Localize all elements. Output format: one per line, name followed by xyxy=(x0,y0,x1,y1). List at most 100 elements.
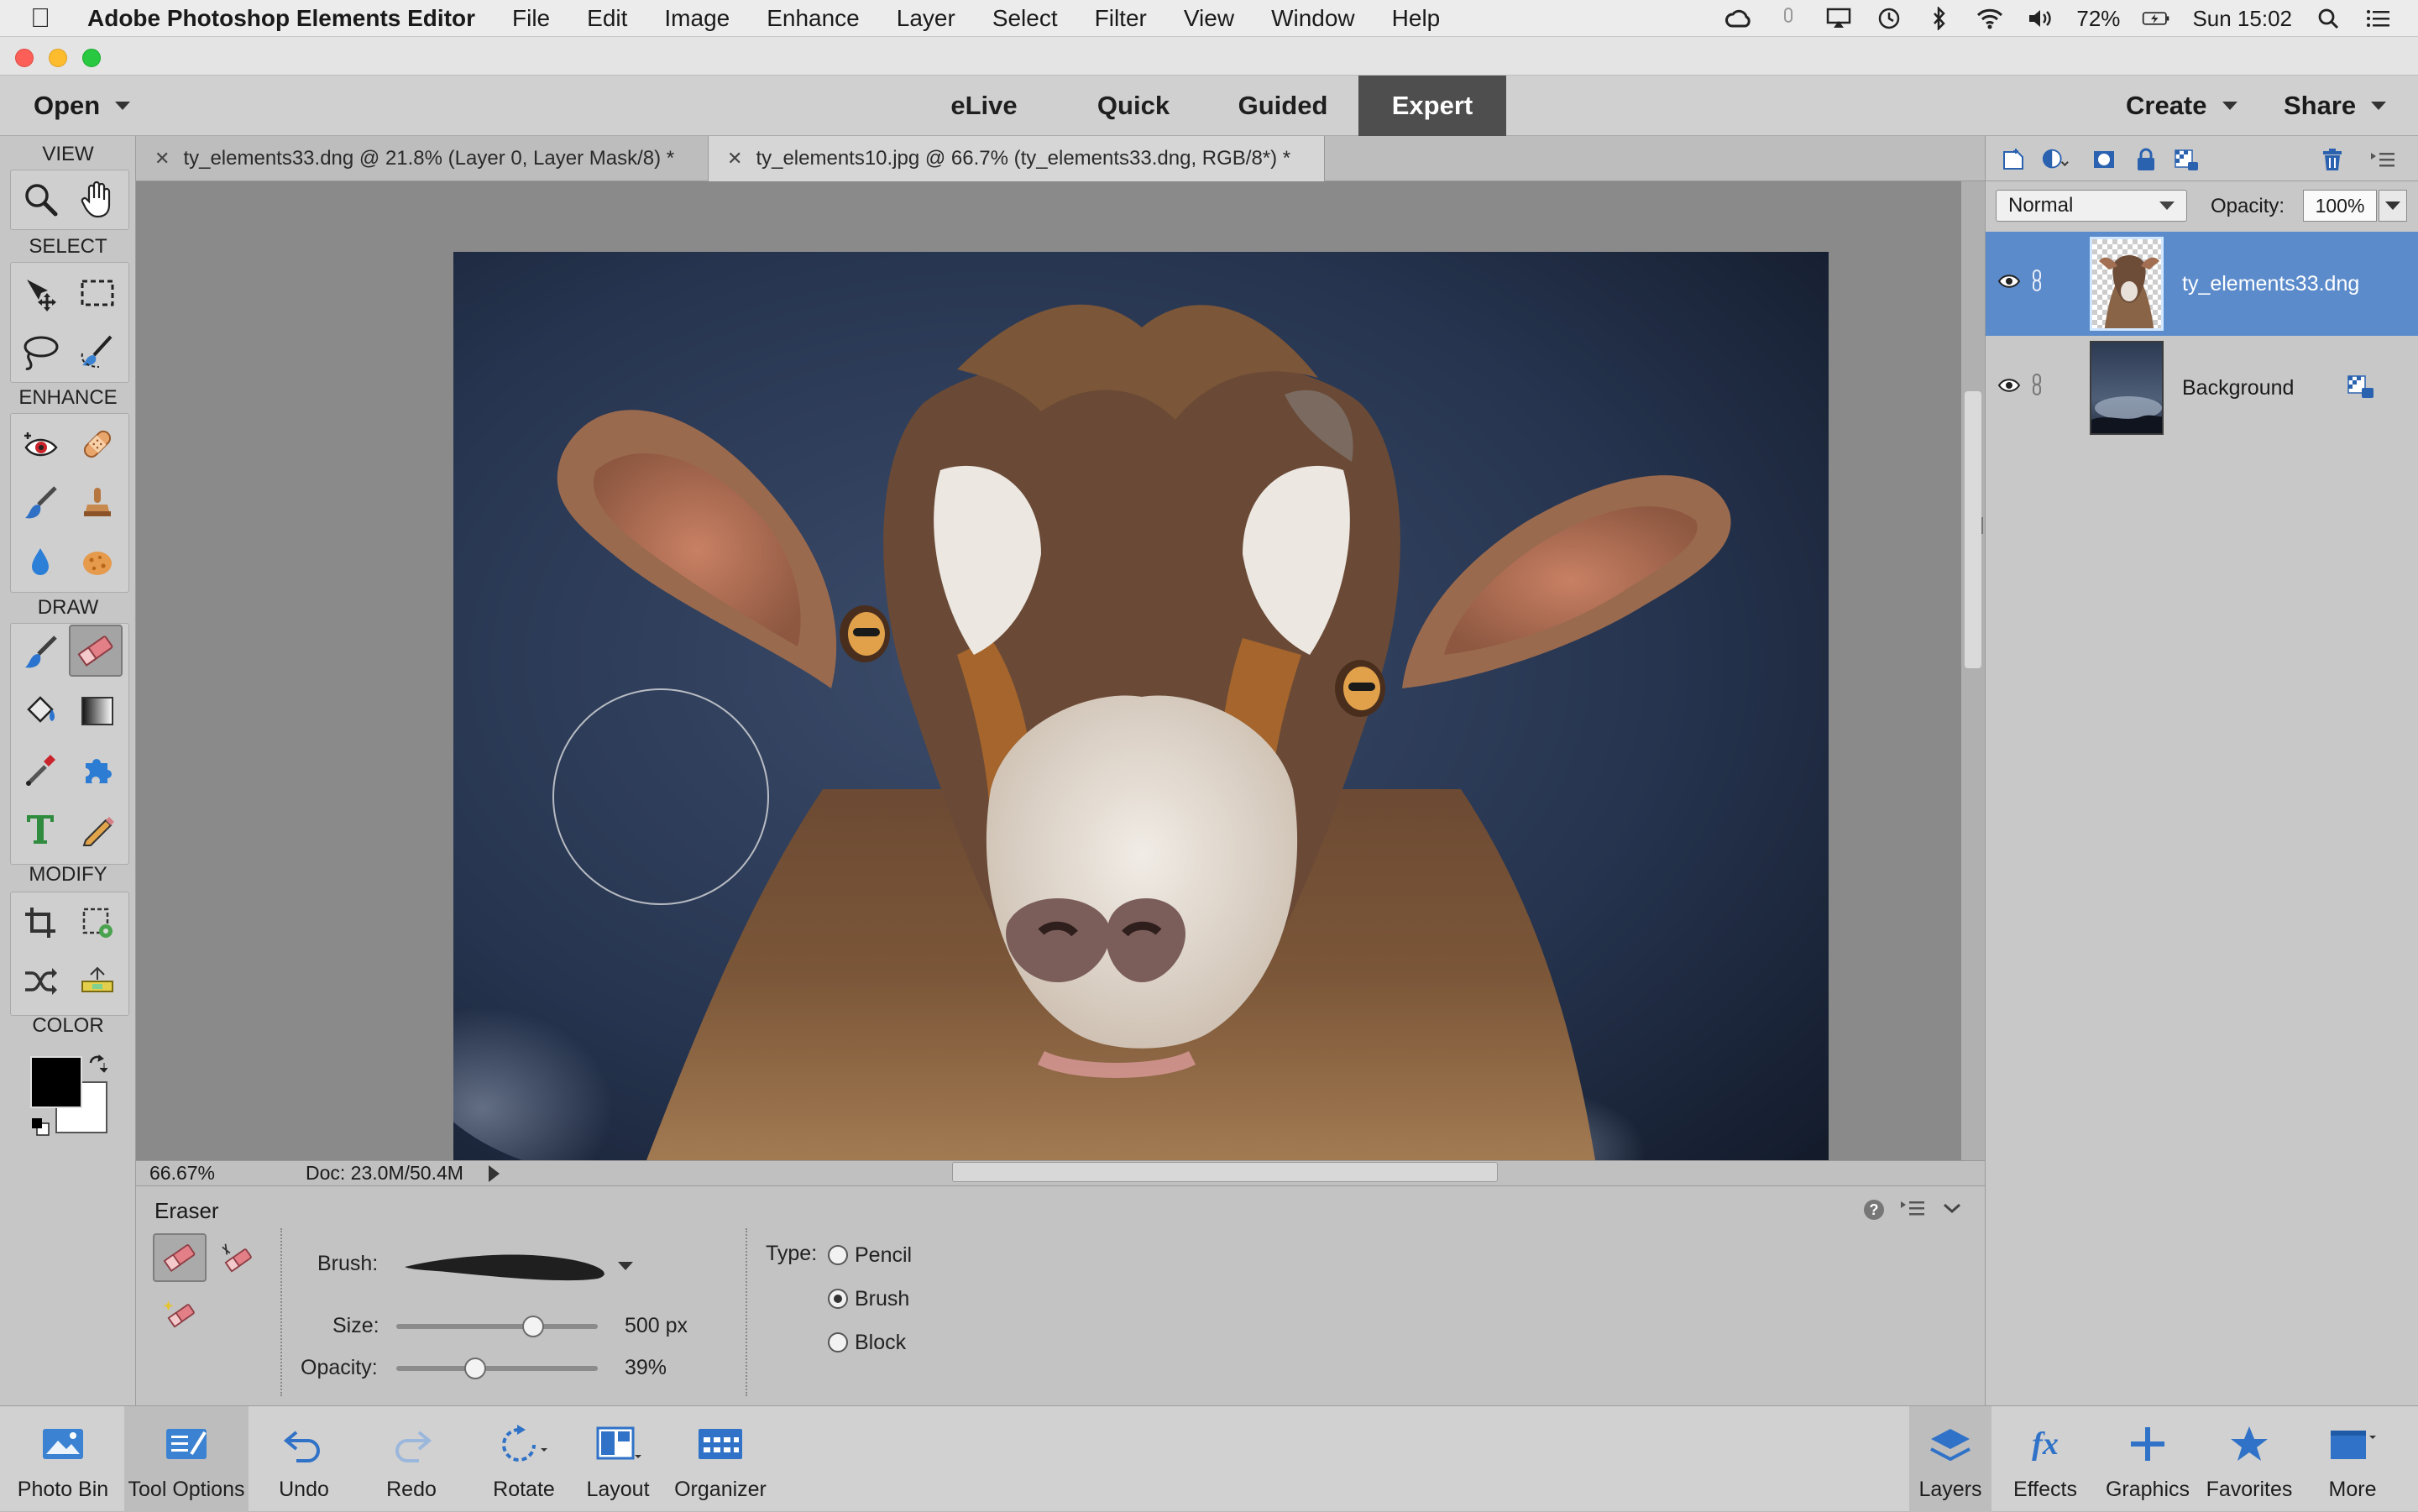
layer-opacity-input[interactable]: 100% xyxy=(2303,190,2377,222)
menu-edit[interactable]: Edit xyxy=(587,5,627,32)
layer-opacity-dropdown[interactable] xyxy=(2379,190,2407,222)
clock[interactable]: Sun 15:02 xyxy=(2192,6,2292,32)
size-slider-knob[interactable] xyxy=(522,1316,545,1337)
lock-transparent-pixels-icon[interactable] xyxy=(2172,146,2201,173)
menu-select[interactable]: Select xyxy=(992,5,1058,32)
clone-stamp-tool[interactable] xyxy=(71,477,124,529)
app-menu[interactable]: Adobe Photoshop Elements Editor xyxy=(87,5,475,32)
sponge-tool[interactable] xyxy=(71,536,124,588)
menu-help[interactable]: Help xyxy=(1392,5,1441,32)
menu-file[interactable]: File xyxy=(512,5,550,32)
opacity-slider-track[interactable] xyxy=(396,1366,598,1371)
undo-button[interactable]: Undo xyxy=(264,1406,344,1512)
horizontal-scroll-thumb[interactable] xyxy=(952,1162,1498,1182)
spotlight-search-icon[interactable] xyxy=(2314,6,2342,31)
menu-enhance[interactable]: Enhance xyxy=(767,5,860,32)
favorites-button[interactable]: Favorites xyxy=(2200,1406,2299,1512)
tab-expert[interactable]: Expert xyxy=(1358,76,1506,136)
collapse-panel-chevron-icon[interactable] xyxy=(1941,1198,1963,1224)
organizer-button[interactable]: Organizer xyxy=(668,1406,772,1512)
default-colors-icon[interactable] xyxy=(30,1117,50,1137)
straighten-tool[interactable] xyxy=(71,955,124,1007)
blur-tool[interactable] xyxy=(13,536,67,588)
brush-preset-picker[interactable] xyxy=(396,1233,640,1292)
notification-center-icon[interactable] xyxy=(2364,6,2393,31)
layer-link-chain-icon[interactable] xyxy=(2029,269,2044,292)
visibility-eye-icon[interactable] xyxy=(1997,272,2021,290)
blend-mode-dropdown[interactable]: Normal xyxy=(1996,190,2187,222)
type-tool[interactable] xyxy=(13,803,67,855)
time-machine-icon[interactable] xyxy=(1875,6,1903,31)
layer-name[interactable]: ty_elements33.dng xyxy=(2182,272,2359,296)
type-block-label[interactable]: Block xyxy=(855,1331,906,1355)
close-tab-icon[interactable]: ✕ xyxy=(154,148,170,170)
menu-layer[interactable]: Layer xyxy=(897,5,955,32)
document-tab[interactable]: ✕ ty_elements33.dng @ 21.8% (Layer 0, La… xyxy=(136,136,709,181)
airplay-icon[interactable] xyxy=(1824,6,1853,31)
layer-row[interactable]: ty_elements33.dng xyxy=(1986,232,2418,336)
content-aware-move-tool[interactable] xyxy=(13,955,67,1007)
menu-image[interactable]: Image xyxy=(664,5,730,32)
tab-quick[interactable]: Quick xyxy=(1083,76,1184,136)
redo-button[interactable]: Redo xyxy=(371,1406,452,1512)
recompose-tool[interactable] xyxy=(71,897,124,949)
layer-locked-icon[interactable] xyxy=(2347,373,2375,400)
minimize-window-button[interactable] xyxy=(49,49,67,67)
zoom-window-button[interactable] xyxy=(82,49,101,67)
create-button[interactable]: Create xyxy=(2126,76,2237,136)
panel-menu-icon[interactable] xyxy=(1899,1198,1926,1224)
close-window-button[interactable] xyxy=(15,49,34,67)
tab-elive[interactable]: eLive xyxy=(937,76,1031,136)
background-eraser-button[interactable] xyxy=(210,1233,264,1282)
menu-window[interactable]: Window xyxy=(1271,5,1355,32)
pencil-tool[interactable] xyxy=(71,803,124,855)
delete-layer-trash-icon[interactable] xyxy=(2318,146,2347,173)
volume-icon[interactable] xyxy=(2026,6,2054,31)
share-button[interactable]: Share xyxy=(2284,76,2387,136)
bluetooth-icon[interactable] xyxy=(1925,6,1954,31)
vertical-scroll-thumb[interactable] xyxy=(1965,391,1981,668)
type-brush-label[interactable]: Brush xyxy=(855,1287,909,1311)
battery-icon[interactable] xyxy=(2142,6,2170,31)
lock-all-pixels-icon[interactable] xyxy=(2132,146,2160,173)
lasso-tool[interactable] xyxy=(13,326,67,378)
gradient-tool[interactable] xyxy=(71,685,124,737)
brush-tool[interactable] xyxy=(13,626,67,678)
creative-cloud-icon[interactable] xyxy=(1724,6,1752,31)
zoom-tool[interactable] xyxy=(13,173,67,225)
brush-picker-chevron-icon[interactable] xyxy=(618,1262,633,1270)
wifi-icon[interactable] xyxy=(1976,6,2004,31)
crop-tool[interactable] xyxy=(13,897,67,949)
tab-guided[interactable]: Guided xyxy=(1227,76,1338,136)
eraser-mode-button[interactable] xyxy=(153,1233,207,1282)
document-tab-active[interactable]: ✕ ty_elements10.jpg @ 66.7% (ty_elements… xyxy=(709,136,1325,181)
visibility-eye-icon[interactable] xyxy=(1997,376,2021,395)
menu-filter[interactable]: Filter xyxy=(1095,5,1147,32)
document-canvas[interactable] xyxy=(453,252,1829,1160)
eraser-tool[interactable] xyxy=(69,625,123,677)
close-tab-icon[interactable]: ✕ xyxy=(727,148,742,170)
custom-shape-tool[interactable] xyxy=(71,744,124,796)
magic-eraser-button[interactable] xyxy=(153,1289,207,1337)
status-menu-arrow-icon[interactable] xyxy=(488,1164,500,1182)
tool-options-button[interactable]: Tool Options xyxy=(124,1406,249,1512)
type-block-radio[interactable] xyxy=(828,1332,848,1352)
graphics-button[interactable]: Graphics xyxy=(2099,1406,2196,1512)
open-button[interactable]: Open xyxy=(34,76,131,136)
microphone-icon[interactable] xyxy=(1774,6,1803,31)
layer-row[interactable]: Background xyxy=(1986,336,2418,440)
help-icon[interactable]: ? xyxy=(1862,1198,1886,1227)
eyedropper-tool[interactable] xyxy=(13,744,67,796)
swap-colors-icon[interactable] xyxy=(87,1054,108,1075)
hand-tool[interactable] xyxy=(71,173,124,225)
layout-button[interactable]: Layout xyxy=(578,1406,658,1512)
menu-view[interactable]: View xyxy=(1184,5,1234,32)
spot-healing-brush-tool[interactable] xyxy=(71,418,124,470)
smart-brush-tool[interactable] xyxy=(13,477,67,529)
new-layer-icon[interactable] xyxy=(1999,146,2028,173)
layers-button[interactable]: Layers xyxy=(1909,1406,1991,1512)
photo-bin-button[interactable]: Photo Bin xyxy=(13,1406,113,1512)
move-tool[interactable] xyxy=(13,267,67,319)
add-layer-mask-icon[interactable] xyxy=(2090,146,2118,173)
paint-bucket-tool[interactable] xyxy=(13,685,67,737)
